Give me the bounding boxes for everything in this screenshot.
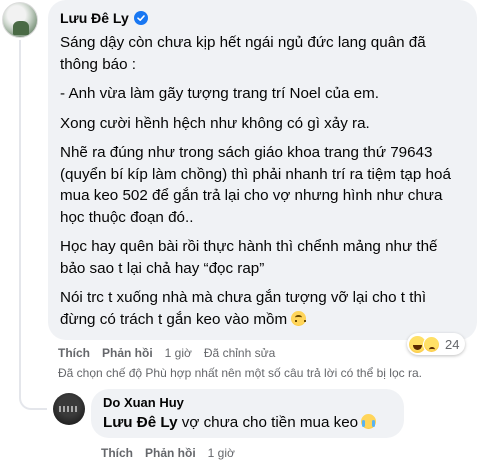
reply-timestamp[interactable]: 1 giờ (208, 446, 235, 460)
reply-text: Lưu Đê Ly vợ chưa cho tiền mua keo (103, 413, 392, 433)
reaction-summary[interactable]: 24 (407, 333, 466, 355)
thread-line (19, 40, 47, 410)
reaction-count: 24 (445, 336, 460, 352)
reply-author-name[interactable]: Do Xuan Huy (103, 395, 392, 413)
comment-paragraph: Sáng dậy còn chưa kịp hết ngái ngủ đức l… (60, 34, 426, 73)
like-button[interactable]: Thích (58, 346, 90, 360)
upside-down-face-emoji-icon (291, 310, 307, 326)
filter-notice: Đã chọn chế độ Phù hợp nhất nên một số c… (58, 366, 422, 380)
sad-reaction-icon (423, 335, 440, 353)
comment-actions: Thích Phản hồi 1 giờ Đã chỉnh sửa (58, 346, 287, 360)
reply-like-button[interactable]: Thích (101, 446, 133, 460)
edited-label[interactable]: Đã chỉnh sửa (204, 346, 275, 360)
comment-author-name[interactable]: Lưu Đê Ly (60, 10, 129, 26)
comment-timestamp[interactable]: 1 giờ (165, 346, 192, 360)
mention-link[interactable]: Lưu Đê Ly (103, 414, 178, 431)
comment-paragraph-last: Nói trc t xuống nhà mà chưa gắn tượng vỡ… (60, 287, 465, 330)
comment-paragraph: - Anh vừa làm gãy tượng trang trí Noel c… (60, 85, 379, 102)
reply-body: vợ chưa cho tiền mua keo (177, 414, 359, 431)
comment-paragraph-text: Nói trc t xuống nhà mà chưa gắn tượng vỡ… (60, 289, 427, 328)
comment-paragraph: Học hay quên bài rồi thực hành thì chểnh… (60, 238, 438, 277)
comment-bubble: Lưu Đê Ly Sáng dậy còn chưa kịp hết ngái… (48, 0, 477, 340)
avatar[interactable] (2, 2, 38, 38)
loudly-crying-face-emoji-icon (361, 414, 377, 429)
reply-avatar[interactable] (53, 393, 85, 425)
reply-bubble: Do Xuan Huy Lưu Đê Ly vợ chưa cho tiền m… (91, 389, 404, 438)
verified-badge-icon (133, 11, 148, 25)
reply-reply-button[interactable]: Phản hồi (145, 446, 196, 460)
comment-paragraph: Xong cười hềnh hệch như không có gì xảy … (60, 114, 370, 132)
comment-paragraph: Nhẽ ra đúng như trong sách giáo khoa tra… (60, 144, 451, 226)
reply-actions: Thích Phản hồi 1 giờ (101, 446, 247, 460)
reply-button[interactable]: Phản hồi (102, 346, 153, 360)
comment-header: Lưu Đê Ly (60, 7, 465, 29)
